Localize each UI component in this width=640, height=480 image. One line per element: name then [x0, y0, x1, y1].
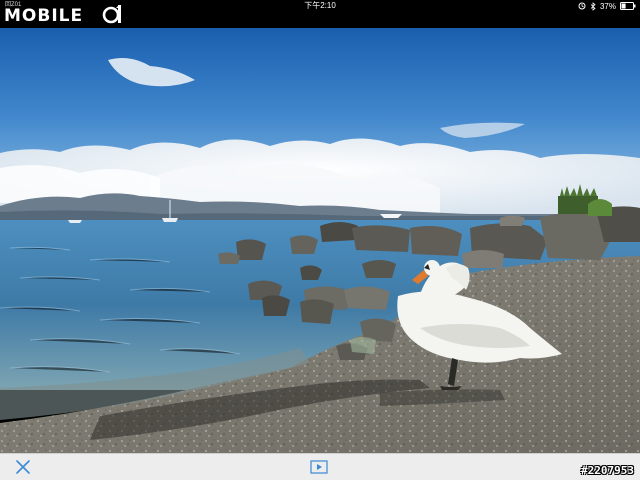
mobile01-logo[interactable]: 回Z01 MOBILE [4, 2, 128, 26]
photo-id-label: #2207953 [581, 464, 634, 477]
slideshow-icon[interactable] [310, 460, 328, 474]
battery-fill [621, 3, 626, 9]
bottom-toolbar: #2207953 [0, 453, 640, 480]
bluetooth-icon [590, 1, 596, 11]
close-icon[interactable] [14, 459, 32, 475]
status-indicators: 37% [578, 0, 636, 12]
status-time: 下午2:10 [304, 1, 336, 10]
battery-percent: 37% [599, 1, 616, 11]
photo-viewer[interactable] [0, 28, 640, 453]
logo-text: MOBILE [4, 6, 84, 26]
swan-lake-photo [0, 28, 640, 453]
logo-01-icon [102, 5, 121, 24]
alarm-icon [578, 2, 586, 10]
status-bar: 回Z01 MOBILE 下午2:10 37% [0, 0, 640, 28]
battery-icon [620, 2, 636, 10]
